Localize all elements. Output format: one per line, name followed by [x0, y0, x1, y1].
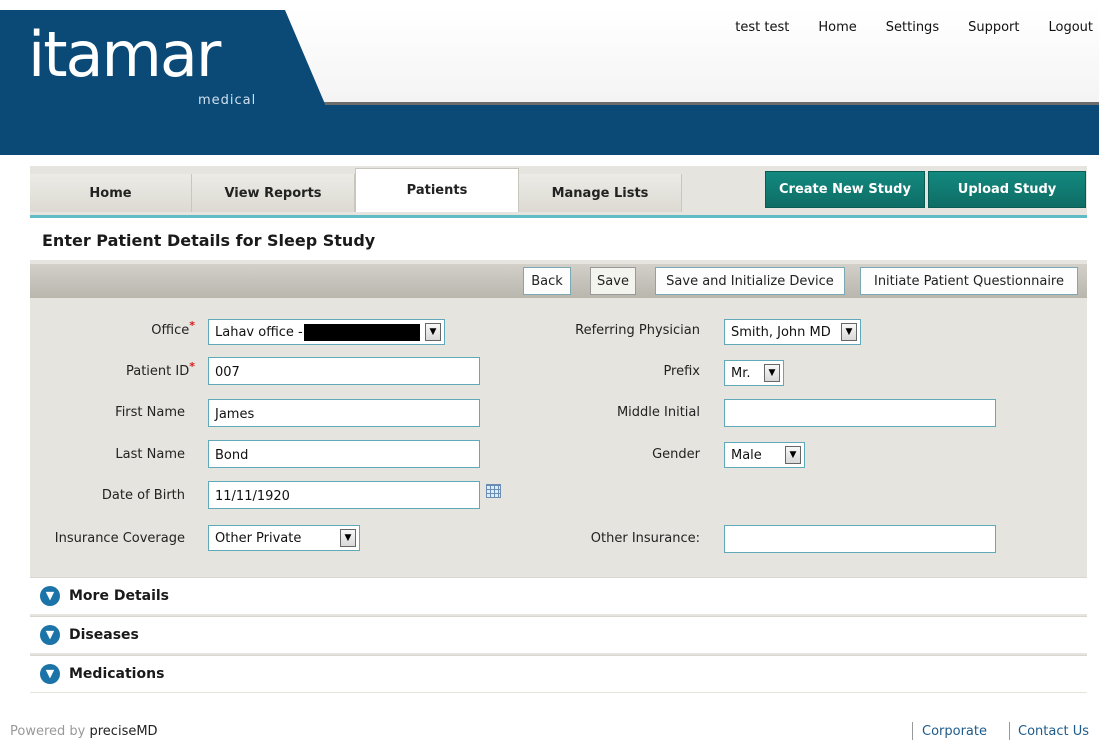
- patient-id-label: Patient ID*: [125, 360, 195, 379]
- user-name-link[interactable]: test test: [735, 20, 789, 35]
- first-name-input[interactable]: James: [208, 399, 480, 427]
- save-button[interactable]: Save: [590, 267, 636, 295]
- patient-form: Office* Lahav office - ▼ Patient ID* 007…: [30, 298, 1087, 575]
- calendar-icon[interactable]: [486, 484, 501, 498]
- save-initialize-device-button[interactable]: Save and Initialize Device: [655, 267, 845, 295]
- top-navigation: test test Home Settings Support Logout: [735, 20, 1093, 35]
- expand-icon[interactable]: ▼: [40, 625, 60, 645]
- back-button[interactable]: Back: [523, 267, 571, 295]
- section-medications[interactable]: ▼ Medications: [30, 655, 1087, 692]
- dob-input[interactable]: 11/11/1920: [208, 481, 480, 509]
- section-more-details[interactable]: ▼ More Details: [30, 577, 1087, 614]
- initiate-questionnaire-button[interactable]: Initiate Patient Questionnaire: [860, 267, 1078, 295]
- middle-initial-input[interactable]: [724, 399, 996, 427]
- tab-manage-lists[interactable]: Manage Lists: [519, 174, 682, 212]
- logo-subtitle: medical: [198, 93, 257, 108]
- office-label: Office*: [151, 319, 195, 338]
- chevron-down-icon[interactable]: ▼: [764, 364, 780, 382]
- expand-icon[interactable]: ▼: [40, 664, 60, 684]
- footer: Powered by preciseMD Corporate Contact U…: [0, 712, 1099, 740]
- gender-select[interactable]: Male ▼: [724, 442, 805, 468]
- other-insurance-input[interactable]: [724, 525, 996, 553]
- tab-home[interactable]: Home: [30, 174, 192, 212]
- contact-us-link[interactable]: Contact Us: [1018, 724, 1089, 739]
- main-content: Home View Reports Patients Manage Lists …: [30, 166, 1087, 693]
- settings-link[interactable]: Settings: [886, 20, 939, 35]
- toolbar: Back Save Save and Initialize Device Ini…: [30, 264, 1087, 298]
- tab-bar: Home View Reports Patients Manage Lists: [30, 168, 682, 212]
- header: itamar medical test test Home Settings S…: [0, 0, 1099, 155]
- middle-initial-label: Middle Initial: [616, 405, 700, 420]
- powered-by: Powered by preciseMD: [10, 724, 158, 739]
- upload-study-button[interactable]: Upload Study: [928, 171, 1086, 208]
- patient-id-input[interactable]: 007: [208, 357, 480, 385]
- powered-brand: preciseMD: [89, 724, 158, 739]
- first-name-label: First Name: [115, 405, 185, 420]
- referring-physician-label: Referring Physician: [575, 323, 700, 338]
- tab-view-reports[interactable]: View Reports: [192, 174, 355, 212]
- dob-label: Date of Birth: [101, 488, 185, 503]
- prefix-label: Prefix: [663, 364, 700, 379]
- section-diseases[interactable]: ▼ Diseases: [30, 616, 1087, 653]
- chevron-down-icon[interactable]: ▼: [785, 446, 801, 464]
- last-name-input[interactable]: Bond: [208, 440, 480, 468]
- chevron-down-icon[interactable]: ▼: [340, 529, 356, 547]
- prefix-select[interactable]: Mr. ▼: [724, 360, 784, 386]
- chevron-down-icon[interactable]: ▼: [425, 323, 441, 341]
- tab-patients[interactable]: Patients: [355, 168, 519, 212]
- home-link[interactable]: Home: [818, 20, 856, 35]
- last-name-label: Last Name: [115, 447, 185, 462]
- office-select[interactable]: Lahav office - ▼: [208, 319, 445, 345]
- insurance-coverage-label: Insurance Coverage: [54, 531, 185, 546]
- gender-label: Gender: [652, 447, 700, 462]
- corporate-link[interactable]: Corporate: [922, 724, 987, 739]
- insurance-coverage-select[interactable]: Other Private ▼: [208, 525, 360, 551]
- chevron-down-icon[interactable]: ▼: [841, 323, 857, 341]
- support-link[interactable]: Support: [968, 20, 1019, 35]
- page-title: Enter Patient Details for Sleep Study: [42, 231, 376, 250]
- logo: itamar: [28, 18, 221, 91]
- logout-link[interactable]: Logout: [1048, 20, 1093, 35]
- redacted-area: [304, 324, 420, 341]
- referring-physician-select[interactable]: Smith, John MD ▼: [724, 319, 861, 345]
- other-insurance-label: Other Insurance:: [590, 531, 700, 546]
- create-new-study-button[interactable]: Create New Study: [765, 171, 925, 208]
- expand-icon[interactable]: ▼: [40, 586, 60, 606]
